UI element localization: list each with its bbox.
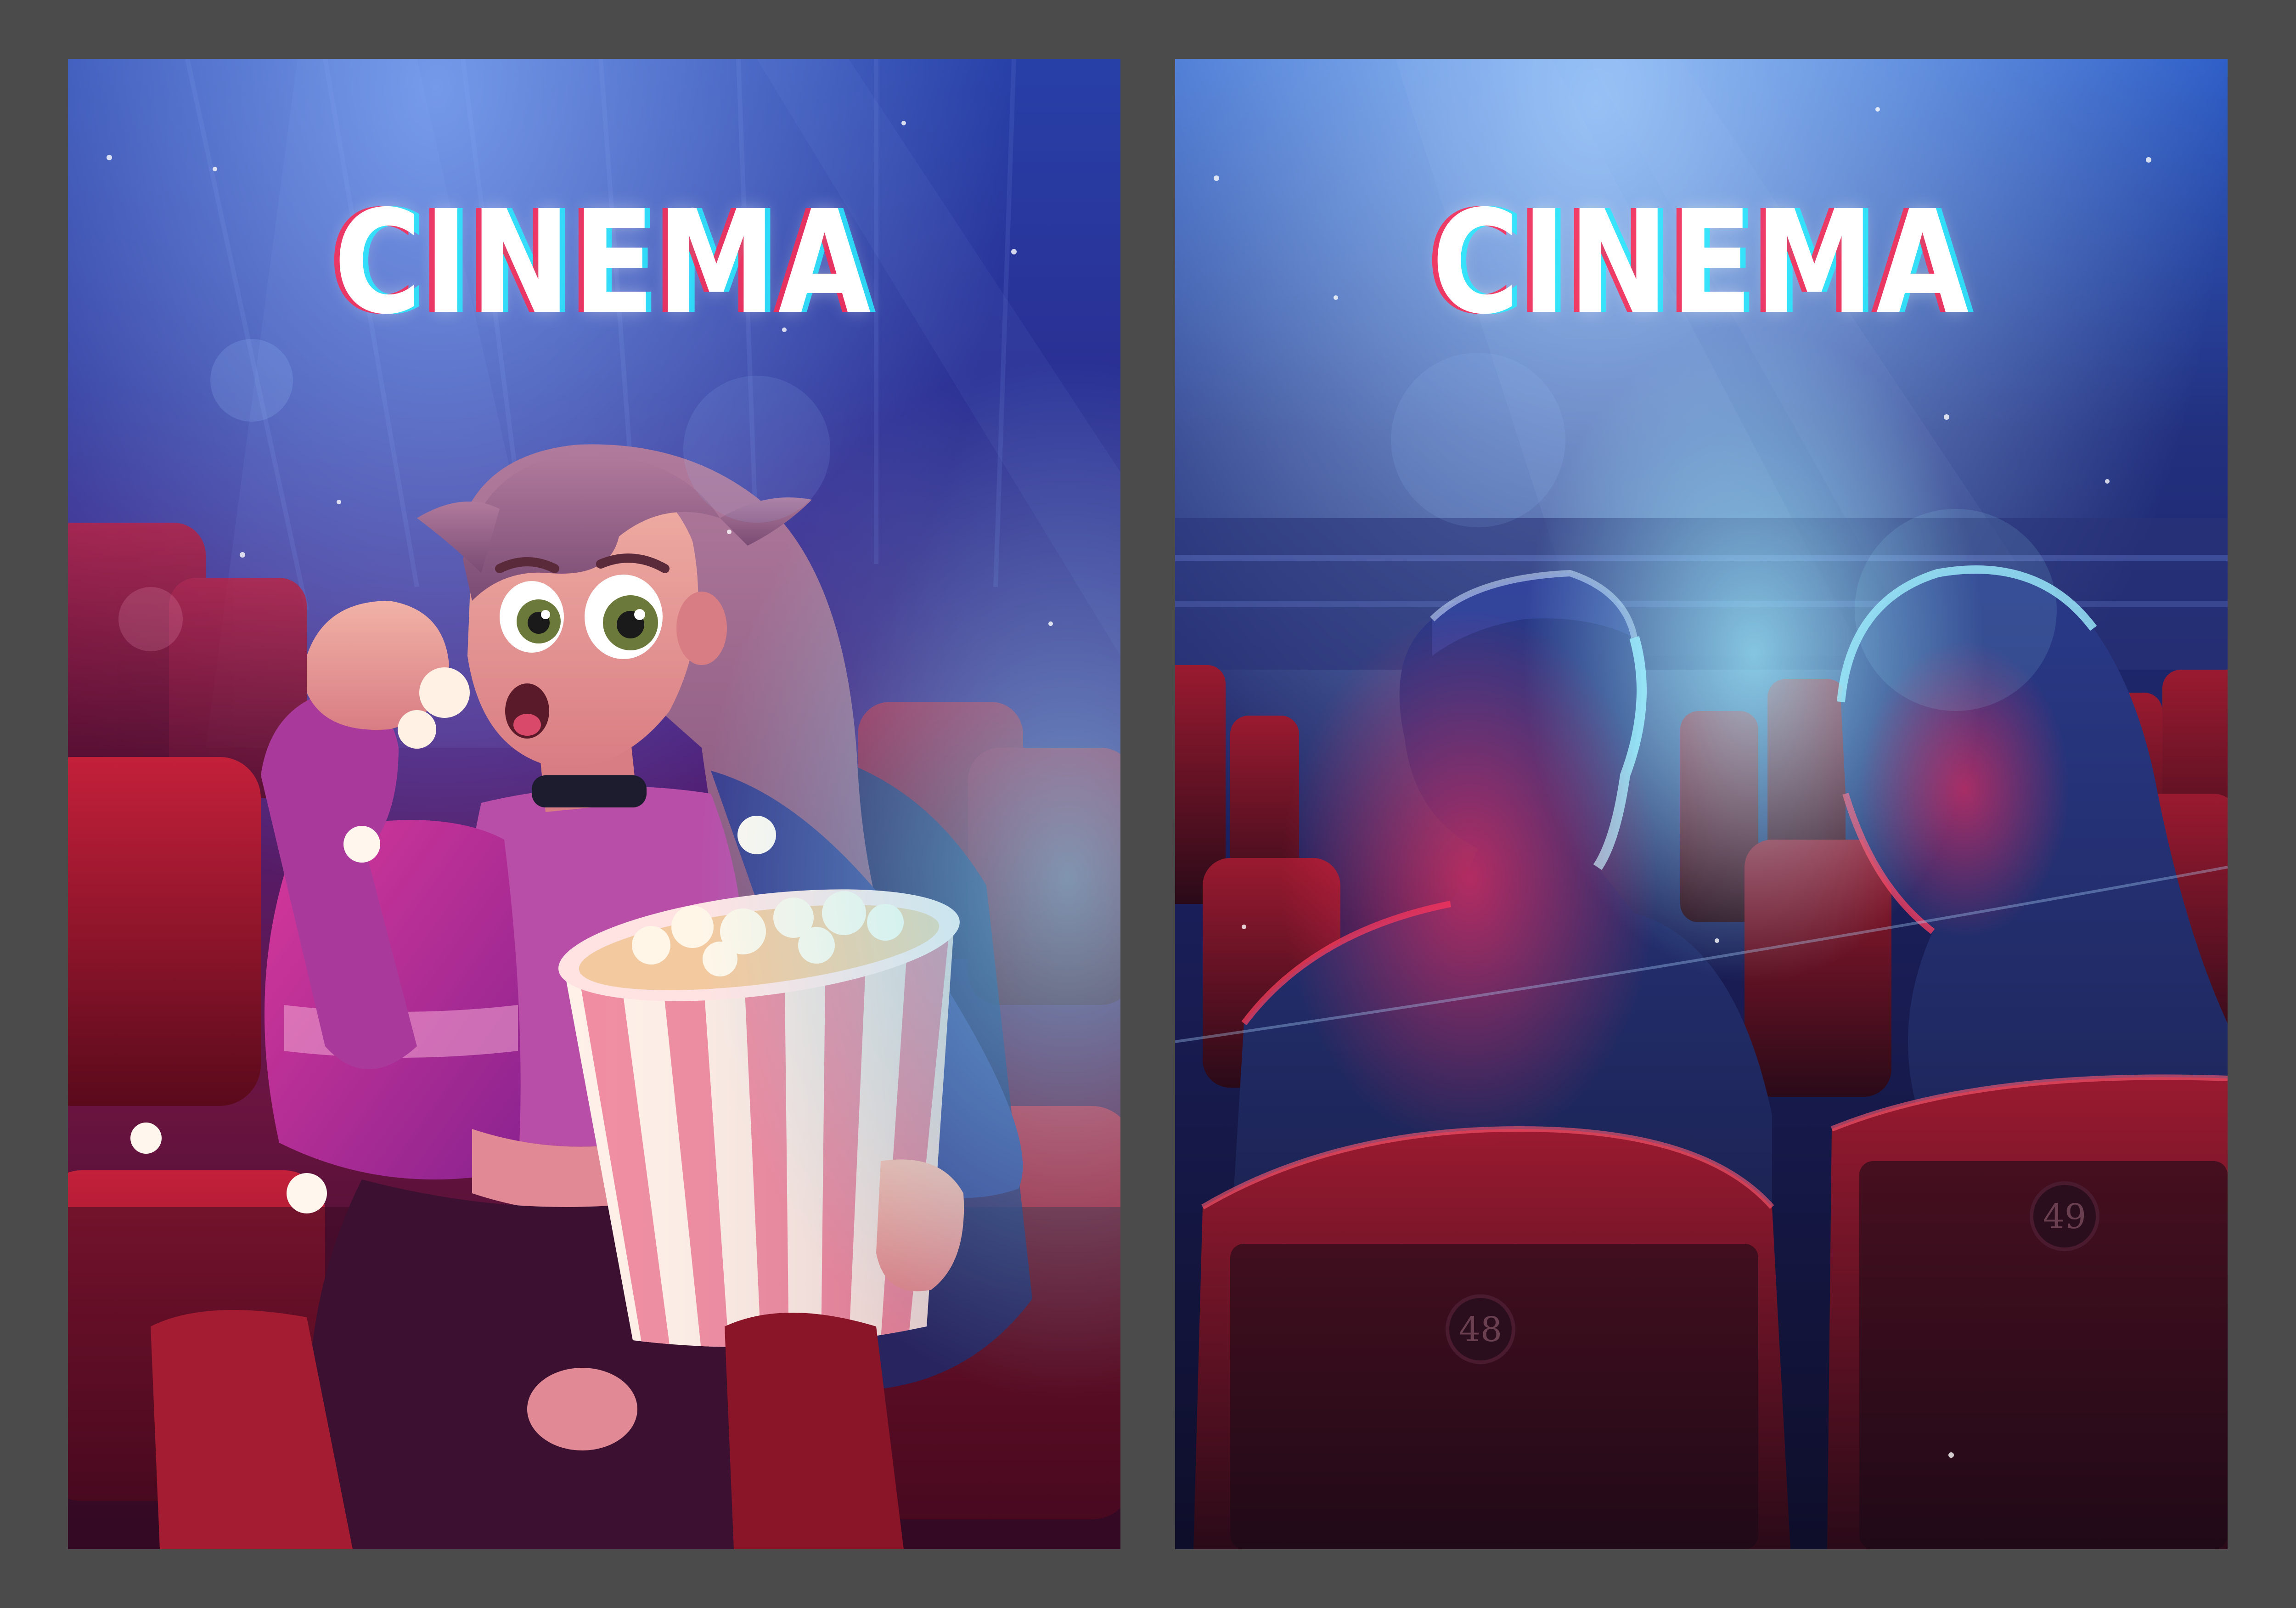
poster-title-right: CINEMA bbox=[1431, 180, 1971, 346]
canvas: CINEMA CINEMA bbox=[0, 0, 2296, 1608]
cinema-poster-couple: 48 49 CINEMA bbox=[1175, 59, 2228, 1549]
cinema-poster-girl-popcorn: CINEMA bbox=[68, 59, 1120, 1549]
poster-title-left: CINEMA bbox=[333, 180, 873, 346]
